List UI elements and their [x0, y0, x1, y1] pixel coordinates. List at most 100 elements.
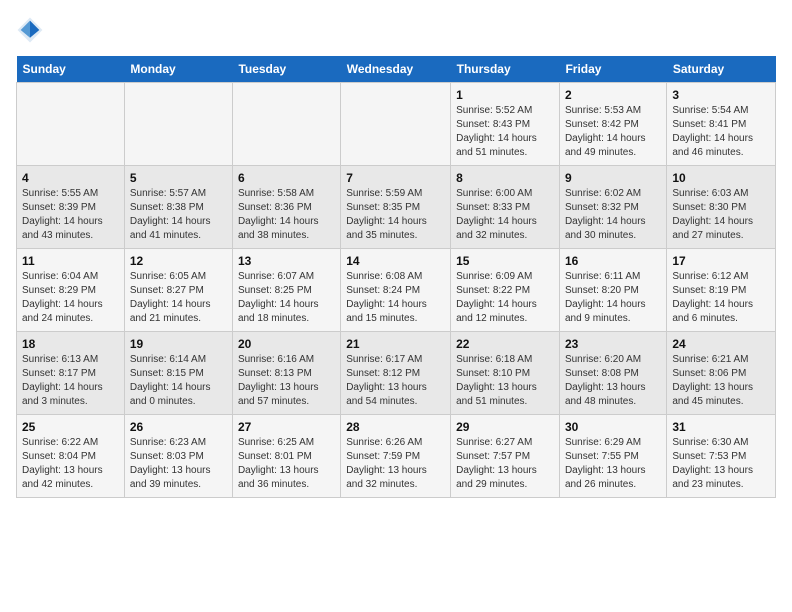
calendar-cell: 16 Sunrise: 6:11 AM Sunset: 8:20 PM Dayli…: [559, 249, 666, 332]
calendar-week-row: 11 Sunrise: 6:04 AM Sunset: 8:29 PM Dayli…: [17, 249, 776, 332]
calendar-cell: 7 Sunrise: 5:59 AM Sunset: 8:35 PM Daylig…: [341, 166, 451, 249]
day-number: 19: [130, 337, 227, 351]
day-info: Sunrise: 6:26 AM Sunset: 7:59 PM Dayligh…: [346, 436, 445, 492]
calendar-cell: [232, 83, 340, 166]
logo-icon: [16, 16, 44, 44]
calendar-week-row: 18Sunrise: 6:13 AM Sunset: 8:17 PM Dayli…: [17, 332, 776, 415]
day-info: Sunrise: 6:08 AM Sunset: 8:24 PM Dayligh…: [346, 270, 445, 326]
calendar-cell: 19 Sunrise: 6:14 AM Sunset: 8:15 PM Dayli…: [124, 332, 232, 415]
day-info: Sunrise: 6:17 AM Sunset: 8:12 PM Dayligh…: [346, 353, 445, 409]
calendar-week-row: 25 Sunrise: 6:22 AM Sunset: 8:04 PM Dayli…: [17, 415, 776, 498]
day-info: Sunrise: 6:13 AM Sunset: 8:17 PM Dayligh…: [22, 353, 119, 409]
day-info: Sunrise: 5:59 AM Sunset: 8:35 PM Dayligh…: [346, 187, 445, 243]
weekday-header-saturday: Saturday: [667, 56, 776, 83]
day-number: 8: [456, 171, 554, 185]
day-number: 4: [22, 171, 119, 185]
day-info: Sunrise: 6:14 AM Sunset: 8:15 PM Dayligh…: [130, 353, 227, 409]
calendar-cell: 2 Sunrise: 5:53 AM Sunset: 8:42 PM Daylig…: [559, 83, 666, 166]
day-info: Sunrise: 5:55 AM Sunset: 8:39 PM Dayligh…: [22, 187, 119, 243]
day-number: 27: [238, 420, 335, 434]
day-number: 17: [672, 254, 770, 268]
weekday-header-wednesday: Wednesday: [341, 56, 451, 83]
calendar-cell: 14 Sunrise: 6:08 AM Sunset: 8:24 PM Dayli…: [341, 249, 451, 332]
day-info: Sunrise: 6:04 AM Sunset: 8:29 PM Dayligh…: [22, 270, 119, 326]
day-number: 10: [672, 171, 770, 185]
day-info: Sunrise: 5:52 AM Sunset: 8:43 PM Dayligh…: [456, 104, 554, 160]
day-number: 11: [22, 254, 119, 268]
day-number: 6: [238, 171, 335, 185]
calendar-cell: 28Sunrise: 6:26 AM Sunset: 7:59 PM Dayli…: [341, 415, 451, 498]
calendar-cell: 17 Sunrise: 6:12 AM Sunset: 8:19 PM Dayli…: [667, 249, 776, 332]
weekday-header-row: SundayMondayTuesdayWednesdayThursdayFrid…: [17, 56, 776, 83]
calendar-week-row: 4 Sunrise: 5:55 AM Sunset: 8:39 PM Daylig…: [17, 166, 776, 249]
day-number: 9: [565, 171, 661, 185]
day-number: 13: [238, 254, 335, 268]
day-number: 26: [130, 420, 227, 434]
calendar-cell: 26 Sunrise: 6:23 AM Sunset: 8:03 PM Dayli…: [124, 415, 232, 498]
calendar-cell: 3 Sunrise: 5:54 AM Sunset: 8:41 PM Daylig…: [667, 83, 776, 166]
calendar-cell: [341, 83, 451, 166]
day-info: Sunrise: 6:27 AM Sunset: 7:57 PM Dayligh…: [456, 436, 554, 492]
day-number: 3: [672, 88, 770, 102]
weekday-header-friday: Friday: [559, 56, 666, 83]
day-number: 1: [456, 88, 554, 102]
day-info: Sunrise: 6:22 AM Sunset: 8:04 PM Dayligh…: [22, 436, 119, 492]
calendar-cell: 8 Sunrise: 6:00 AM Sunset: 8:33 PM Daylig…: [451, 166, 560, 249]
calendar-cell: 31Sunrise: 6:30 AM Sunset: 7:53 PM Dayli…: [667, 415, 776, 498]
day-info: Sunrise: 5:54 AM Sunset: 8:41 PM Dayligh…: [672, 104, 770, 160]
calendar-cell: 20 Sunrise: 6:16 AM Sunset: 8:13 PM Dayli…: [232, 332, 340, 415]
calendar-table: SundayMondayTuesdayWednesdayThursdayFrid…: [16, 56, 776, 498]
day-info: Sunrise: 6:23 AM Sunset: 8:03 PM Dayligh…: [130, 436, 227, 492]
day-number: 2: [565, 88, 661, 102]
calendar-cell: 24 Sunrise: 6:21 AM Sunset: 8:06 PM Dayli…: [667, 332, 776, 415]
day-info: Sunrise: 5:58 AM Sunset: 8:36 PM Dayligh…: [238, 187, 335, 243]
day-number: 23: [565, 337, 661, 351]
day-info: Sunrise: 6:00 AM Sunset: 8:33 PM Dayligh…: [456, 187, 554, 243]
day-number: 25: [22, 420, 119, 434]
calendar-week-row: 1 Sunrise: 5:52 AM Sunset: 8:43 PM Daylig…: [17, 83, 776, 166]
page-header: [16, 16, 776, 44]
calendar-cell: 11 Sunrise: 6:04 AM Sunset: 8:29 PM Dayli…: [17, 249, 125, 332]
day-info: Sunrise: 6:16 AM Sunset: 8:13 PM Dayligh…: [238, 353, 335, 409]
day-number: 30: [565, 420, 661, 434]
calendar-cell: 9 Sunrise: 6:02 AM Sunset: 8:32 PM Daylig…: [559, 166, 666, 249]
day-number: 12: [130, 254, 227, 268]
day-info: Sunrise: 6:25 AM Sunset: 8:01 PM Dayligh…: [238, 436, 335, 492]
calendar-cell: 30 Sunrise: 6:29 AM Sunset: 7:55 PM Dayli…: [559, 415, 666, 498]
day-info: Sunrise: 6:29 AM Sunset: 7:55 PM Dayligh…: [565, 436, 661, 492]
calendar-cell: 25 Sunrise: 6:22 AM Sunset: 8:04 PM Dayli…: [17, 415, 125, 498]
day-info: Sunrise: 6:21 AM Sunset: 8:06 PM Dayligh…: [672, 353, 770, 409]
day-number: 31: [672, 420, 770, 434]
day-number: 29: [456, 420, 554, 434]
day-number: 7: [346, 171, 445, 185]
day-number: 24: [672, 337, 770, 351]
calendar-cell: 5Sunrise: 5:57 AM Sunset: 8:38 PM Daylig…: [124, 166, 232, 249]
day-number: 22: [456, 337, 554, 351]
day-info: Sunrise: 5:53 AM Sunset: 8:42 PM Dayligh…: [565, 104, 661, 160]
day-number: 21: [346, 337, 445, 351]
day-info: Sunrise: 6:20 AM Sunset: 8:08 PM Dayligh…: [565, 353, 661, 409]
day-info: Sunrise: 6:05 AM Sunset: 8:27 PM Dayligh…: [130, 270, 227, 326]
calendar-cell: 27 Sunrise: 6:25 AM Sunset: 8:01 PM Dayli…: [232, 415, 340, 498]
day-info: Sunrise: 6:11 AM Sunset: 8:20 PM Dayligh…: [565, 270, 661, 326]
day-info: Sunrise: 6:09 AM Sunset: 8:22 PM Dayligh…: [456, 270, 554, 326]
day-number: 16: [565, 254, 661, 268]
calendar-cell: 21 Sunrise: 6:17 AM Sunset: 8:12 PM Dayli…: [341, 332, 451, 415]
calendar-cell: 23 Sunrise: 6:20 AM Sunset: 8:08 PM Dayli…: [559, 332, 666, 415]
weekday-header-tuesday: Tuesday: [232, 56, 340, 83]
logo: [16, 16, 48, 44]
day-info: Sunrise: 6:12 AM Sunset: 8:19 PM Dayligh…: [672, 270, 770, 326]
day-number: 20: [238, 337, 335, 351]
calendar-cell: 10 Sunrise: 6:03 AM Sunset: 8:30 PM Dayli…: [667, 166, 776, 249]
day-number: 5: [130, 171, 227, 185]
weekday-header-monday: Monday: [124, 56, 232, 83]
calendar-cell: 15 Sunrise: 6:09 AM Sunset: 8:22 PM Dayli…: [451, 249, 560, 332]
day-number: 15: [456, 254, 554, 268]
day-info: Sunrise: 6:02 AM Sunset: 8:32 PM Dayligh…: [565, 187, 661, 243]
day-number: 14: [346, 254, 445, 268]
calendar-cell: 6 Sunrise: 5:58 AM Sunset: 8:36 PM Daylig…: [232, 166, 340, 249]
day-info: Sunrise: 6:03 AM Sunset: 8:30 PM Dayligh…: [672, 187, 770, 243]
calendar-cell: 13Sunrise: 6:07 AM Sunset: 8:25 PM Dayli…: [232, 249, 340, 332]
calendar-cell: 22 Sunrise: 6:18 AM Sunset: 8:10 PM Dayli…: [451, 332, 560, 415]
day-info: Sunrise: 6:18 AM Sunset: 8:10 PM Dayligh…: [456, 353, 554, 409]
